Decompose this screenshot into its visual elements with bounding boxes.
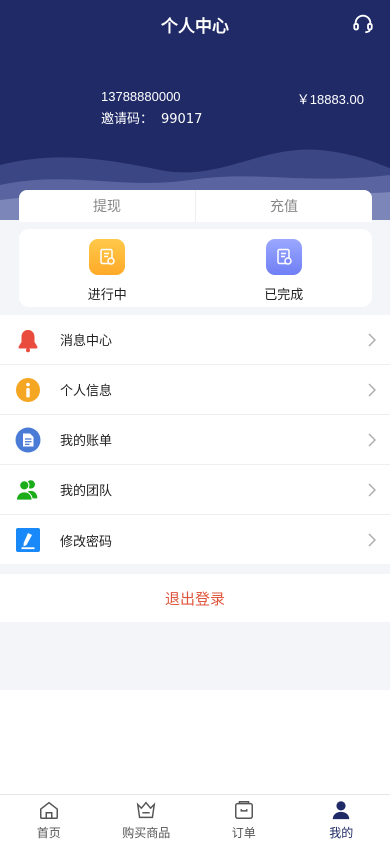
- bell-icon: [15, 327, 41, 353]
- team-icon: [15, 477, 41, 503]
- menu-label: 我的团队: [60, 484, 113, 499]
- tab-mine[interactable]: 我的: [293, 795, 390, 844]
- menu-label: 修改密码: [60, 534, 113, 550]
- menu-item-bills[interactable]: 我的账单: [0, 415, 390, 465]
- account-balance: ￥18883.00: [296, 92, 364, 107]
- invite-code-row: 邀请码： 99017: [101, 108, 202, 127]
- invite-label: 邀请码：: [101, 112, 154, 127]
- menu-item-messages[interactable]: 消息中心: [0, 315, 390, 365]
- tab-orders[interactable]: 订单: [195, 795, 293, 844]
- invite-code: 99017: [161, 112, 203, 127]
- status-in-progress-label: 进行中: [87, 288, 127, 303]
- menu-label: 个人信息: [60, 384, 113, 399]
- menu-item-password[interactable]: 修改密码: [0, 515, 390, 565]
- section-divider: [0, 622, 390, 690]
- tab-label: 购买商品: [122, 825, 171, 840]
- page-title: 个人中心: [161, 17, 229, 37]
- tab-label: 订单: [231, 825, 256, 840]
- chevron-right-icon: [368, 533, 376, 547]
- user-phone: 13788880000: [101, 89, 181, 104]
- order-status-card: 进行中 已完成: [19, 229, 372, 307]
- edit-icon: [15, 527, 41, 553]
- tab-label: 我的: [329, 825, 354, 840]
- tab-home[interactable]: 首页: [0, 795, 98, 844]
- tab-label: 首页: [36, 825, 61, 840]
- fund-tabs: 提现 充值: [19, 190, 372, 222]
- section-divider: [0, 564, 390, 574]
- document-check-icon: [265, 239, 302, 275]
- logout-button[interactable]: 退出登录: [0, 574, 390, 622]
- menu-item-team[interactable]: 我的团队: [0, 465, 390, 515]
- home-icon: [39, 801, 58, 819]
- headset-icon[interactable]: [352, 12, 374, 34]
- bottom-tab-bar: 首页 购买商品 订单 我的: [0, 794, 390, 844]
- bill-icon: [15, 427, 41, 453]
- menu-item-profile[interactable]: 个人信息: [0, 365, 390, 415]
- withdraw-button[interactable]: 提现: [19, 190, 195, 222]
- crown-basket-icon: [136, 801, 156, 818]
- menu-label: 消息中心: [60, 334, 113, 349]
- tab-buy[interactable]: 购买商品: [98, 795, 196, 844]
- recharge-button[interactable]: 充值: [195, 190, 372, 222]
- chevron-right-icon: [368, 333, 376, 347]
- settings-menu: 消息中心 个人信息 我的账单 我的团队 修改密码: [0, 315, 390, 565]
- profile-header: 个人中心 13788880000 邀请码： 99017 ￥18883.00: [0, 0, 390, 220]
- chevron-right-icon: [368, 433, 376, 447]
- info-icon: [15, 377, 41, 403]
- document-clock-icon: [89, 239, 126, 275]
- chevron-right-icon: [368, 483, 376, 497]
- status-in-progress[interactable]: 进行中: [19, 229, 196, 307]
- wallet-icon: [234, 800, 253, 819]
- user-icon: [333, 800, 350, 819]
- menu-label: 我的账单: [60, 434, 113, 449]
- status-completed[interactable]: 已完成: [196, 229, 373, 307]
- chevron-right-icon: [368, 383, 376, 397]
- status-completed-label: 已完成: [264, 288, 304, 303]
